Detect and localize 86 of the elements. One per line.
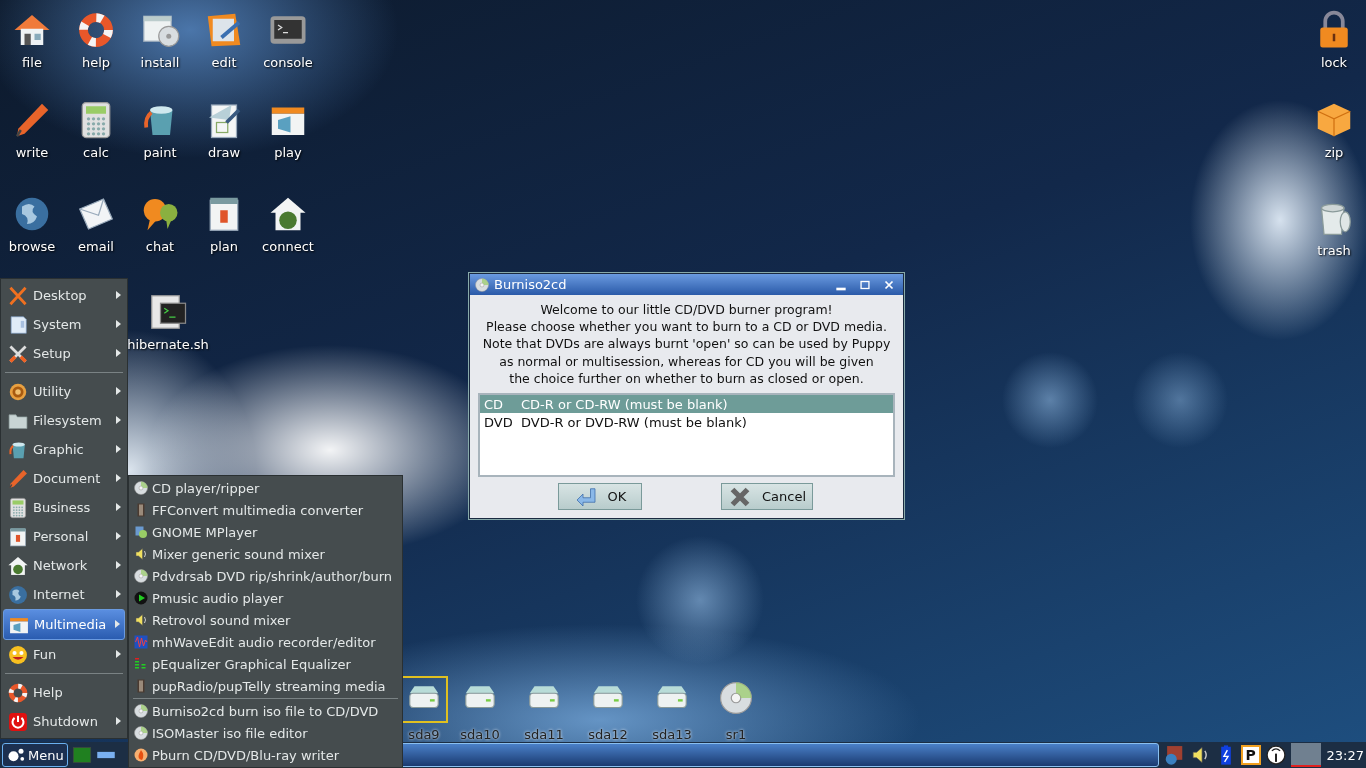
calculator-icon [7, 496, 29, 519]
speaker-icon [133, 546, 149, 562]
lifebuoy-icon [7, 681, 29, 704]
calendar-icon [7, 525, 29, 548]
lifebuoy-icon [76, 10, 116, 50]
menu-item[interactable]: CD player/ripper [129, 477, 402, 499]
power-icon [7, 710, 29, 733]
menu-item[interactable]: pEqualizer Graphical Equalizer [129, 653, 402, 675]
dialog-message: Welcome to our little CD/DVD burner program! Please choose whether you want to burn to a CD or DVD media. Note that DVDs are always burnt 'open' so can be used by Puppy as normal or multisession, whereas for CD you will be given the choice further on whether to burn as closed or open. [481, 301, 892, 387]
equalizer-icon [133, 656, 149, 672]
disc-icon [133, 725, 149, 741]
icon-label[interactable]: trash [1317, 243, 1351, 258]
menu-item[interactable]: Pdvdrsab DVD rip/shrink/author/burn [129, 565, 402, 587]
disc-icon [474, 276, 490, 293]
window-title: Burniso2cd [494, 277, 568, 292]
menu-item[interactable]: GNOME MPlayer [129, 521, 402, 543]
menu-item[interactable]: Pburn CD/DVD/Blu-ray writer [129, 744, 402, 766]
disc-icon [133, 480, 149, 496]
clock: 23:27 [1325, 747, 1365, 763]
icon-label[interactable]: console [263, 55, 313, 70]
icon-label[interactable]: write [15, 145, 49, 160]
menu-item[interactable]: Desktop [3, 281, 125, 310]
ok-button[interactable]: OK [558, 483, 642, 510]
menu-item[interactable]: Pmusic audio player [129, 587, 402, 609]
menu-item[interactable]: Network [3, 551, 125, 580]
icon-label[interactable]: lock [1320, 55, 1348, 70]
icon-label[interactable]: email [78, 239, 114, 254]
video-icon [133, 524, 149, 540]
disc-icon [717, 679, 755, 717]
play-icon [133, 590, 149, 606]
icon-label[interactable]: hibernate.sh [127, 337, 209, 352]
menu-item[interactable]: Utility [3, 377, 125, 406]
menu-item[interactable]: Internet [3, 580, 125, 609]
cancel-button[interactable]: Cancel [720, 483, 813, 510]
speaker-icon [133, 612, 149, 628]
icon-label[interactable]: play [274, 145, 302, 160]
computer-icon [7, 313, 29, 336]
network-graph [1290, 743, 1321, 767]
menu-item[interactable]: Document [3, 464, 125, 493]
icon-label[interactable]: plan [209, 239, 239, 254]
icon-label[interactable]: edit [211, 55, 237, 70]
antenna-icon [1264, 744, 1287, 766]
icon-label[interactable]: connect [262, 239, 314, 254]
disc-icon [133, 703, 149, 719]
icon-label[interactable]: sda13 [652, 727, 692, 742]
icon-label[interactable]: file [22, 55, 42, 70]
menu-item[interactable]: Shutdown [3, 707, 125, 736]
menu-item[interactable]: Personal [3, 522, 125, 551]
x-logo-icon [7, 284, 29, 307]
menu-item[interactable]: Fun [3, 640, 125, 669]
disc-icon [133, 568, 149, 584]
icon-label[interactable]: help [81, 55, 111, 70]
menu-item[interactable]: Help [3, 678, 125, 707]
menu-item[interactable]: ISOMaster iso file editor [129, 722, 402, 744]
waveform-icon [133, 634, 149, 650]
menu-item[interactable]: pupRadio/pupTelly streaming media [129, 675, 402, 697]
icon-label[interactable]: paint [143, 145, 177, 160]
script-icon [148, 292, 188, 332]
menu-item[interactable]: Retrovol sound mixer [129, 609, 402, 631]
icon-label[interactable]: calc [83, 145, 109, 160]
globe-house-icon [7, 554, 29, 577]
minimize-icon [834, 287, 848, 291]
menu-item[interactable]: Mixer generic sound mixer [129, 543, 402, 565]
icon-label[interactable]: install [140, 55, 180, 70]
menu-item[interactable]: Graphic [3, 435, 125, 464]
menu-item[interactable]: Setup [3, 339, 125, 368]
menu-item[interactable]: Multimedia [3, 609, 125, 640]
menu-item[interactable]: Burniso2cd burn iso file to CD/DVD [129, 700, 402, 722]
icon-label[interactable]: sda12 [588, 727, 628, 742]
globe-icon [7, 583, 29, 606]
icon-label[interactable]: chat [145, 239, 175, 254]
menu-button[interactable]: Menu [2, 743, 68, 767]
menu-item[interactable]: Filesystem [3, 406, 125, 435]
icon-label[interactable]: sda11 [524, 727, 564, 742]
icon-label[interactable]: browse [8, 239, 56, 254]
smiley-icon [7, 643, 29, 666]
icon-label[interactable]: zip [1324, 145, 1344, 160]
pen-icon [7, 467, 29, 490]
icon-label[interactable]: draw [207, 145, 241, 160]
menu-item[interactable]: Business [3, 493, 125, 522]
menu-item[interactable]: System [3, 310, 125, 339]
menu-item[interactable]: FFConvert multimedia converter [129, 499, 402, 521]
flame-icon [133, 747, 149, 763]
tray-icon[interactable]: P [1240, 745, 1261, 765]
list-row[interactable]: DVD DVD-R or DVD-RW (must be blank) [480, 413, 893, 431]
menu-item[interactable]: mhWaveEdit audio recorder/editor [129, 631, 402, 653]
